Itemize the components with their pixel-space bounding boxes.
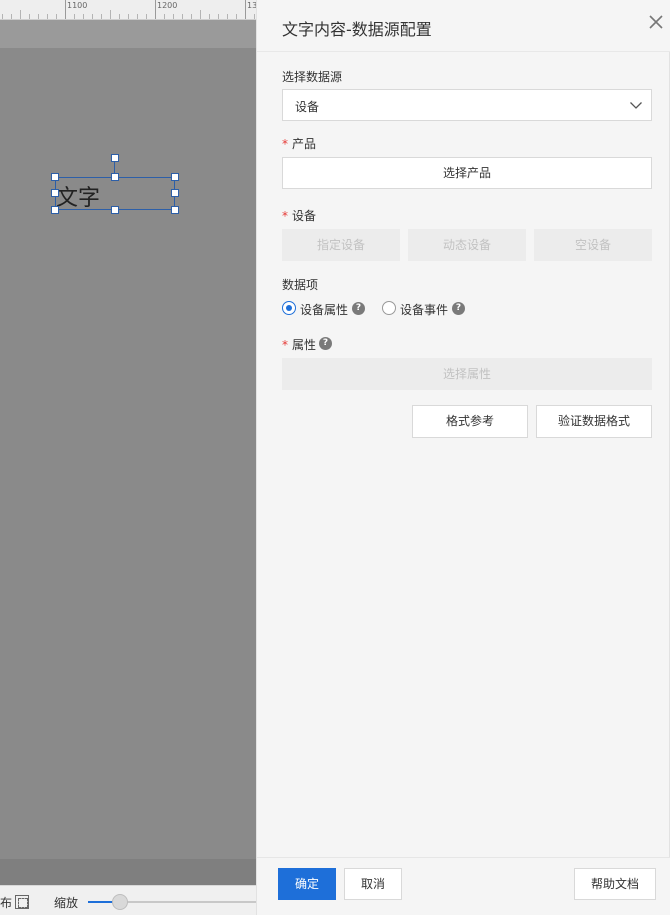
help-icon[interactable]: ?: [352, 302, 365, 315]
text-component-content: 文字: [56, 186, 101, 211]
ruler-minor-tick: [182, 14, 183, 19]
select-attribute-button[interactable]: 选择属性: [282, 358, 652, 390]
ruler-minor-tick: [200, 10, 201, 19]
ruler-minor-tick: [38, 14, 39, 19]
data-item-label: 数据项: [282, 278, 319, 292]
rotate-handle[interactable]: [111, 154, 119, 162]
ruler-minor-tick: [236, 14, 237, 19]
help-icon[interactable]: ?: [319, 337, 332, 350]
ruler-shade: [0, 20, 256, 48]
ruler-major-tick: [245, 0, 246, 19]
resize-handle-top[interactable]: [111, 173, 119, 181]
ruler-minor-tick: [119, 14, 120, 19]
ruler-minor-tick: [2, 14, 3, 19]
attribute-label-text: 属性: [292, 338, 317, 352]
validate-data-format-button-label: 验证数据格式: [557, 414, 630, 428]
confirm-button-label: 确定: [294, 877, 319, 891]
resize-handle-bottom[interactable]: [111, 206, 119, 214]
attribute-label: * 属性: [282, 336, 316, 353]
resize-handle-bottom-left[interactable]: [51, 206, 59, 214]
ruler-major-tick: [155, 0, 156, 19]
zoom-label: 缩放: [54, 896, 79, 910]
device-event-radio[interactable]: [382, 301, 396, 315]
ruler-minor-tick: [227, 14, 228, 19]
ruler-minor-tick: [146, 14, 147, 19]
ruler-minor-tick: [56, 14, 57, 19]
resize-handle-top-right[interactable]: [171, 173, 179, 181]
editor-canvas-area: 1100 1200 13 文字 布 缩放: [0, 0, 256, 915]
ruler-minor-tick: [218, 14, 219, 19]
select-product-button-label: 选择产品: [442, 166, 491, 180]
device-label-text: 设备: [292, 209, 317, 223]
ruler-label: 13: [247, 1, 256, 10]
resize-handle-bottom-right[interactable]: [171, 206, 179, 214]
device-attribute-radio[interactable]: [282, 301, 296, 315]
ruler-minor-tick: [254, 14, 255, 19]
layout-label: 布: [0, 896, 13, 910]
ruler-minor-tick: [137, 14, 138, 19]
panel-header: 文字内容-数据源配置: [257, 0, 670, 52]
help-icon[interactable]: ?: [452, 302, 465, 315]
required-mark: *: [282, 338, 288, 352]
dynamic-device-button-label: 动态设备: [442, 238, 491, 252]
ruler-minor-tick: [173, 14, 174, 19]
ruler-minor-tick: [83, 14, 84, 19]
chevron-down-icon: [629, 98, 643, 112]
ruler-minor-tick: [128, 14, 129, 19]
zoom-slider-handle[interactable]: [112, 894, 128, 910]
ruler-minor-tick: [47, 14, 48, 19]
ruler-major-tick: [65, 0, 66, 19]
ruler-minor-tick: [29, 14, 30, 19]
ruler-minor-tick: [101, 14, 102, 19]
help-document-button-label: 帮助文档: [590, 877, 639, 891]
specify-device-button[interactable]: 指定设备: [282, 229, 400, 261]
ruler-minor-tick: [164, 14, 165, 19]
datasource-config-panel: 文字内容-数据源配置 选择数据源 设备 * 产品 选择产品 * 设备 指定设备 动态…: [256, 0, 670, 915]
status-bar: 布 缩放: [0, 885, 256, 915]
validate-data-format-button[interactable]: 验证数据格式: [536, 405, 652, 438]
panel-footer: 确定 取消 帮助文档: [257, 857, 670, 915]
canvas-bottom-shade: [0, 859, 256, 885]
device-label: * 设备: [282, 207, 316, 224]
device-event-radio-label[interactable]: 设备事件: [400, 301, 448, 318]
datasource-select[interactable]: 设备: [282, 89, 652, 121]
datasource-label: 选择数据源: [282, 70, 343, 84]
required-mark: *: [282, 137, 288, 151]
panel-title: 文字内容-数据源配置: [282, 20, 432, 39]
specify-device-button-label: 指定设备: [316, 238, 365, 252]
ruler-minor-tick: [191, 14, 192, 19]
format-reference-button-label: 格式参考: [445, 414, 494, 428]
datasource-select-value: 设备: [295, 100, 320, 114]
dynamic-device-button[interactable]: 动态设备: [408, 229, 526, 261]
cancel-button-label: 取消: [360, 877, 385, 891]
resize-handle-right[interactable]: [171, 189, 179, 197]
help-document-button[interactable]: 帮助文档: [574, 868, 656, 900]
empty-device-button-label: 空设备: [574, 238, 611, 252]
fit-screen-icon[interactable]: [15, 895, 29, 909]
confirm-button[interactable]: 确定: [278, 868, 336, 900]
product-label-text: 产品: [292, 137, 317, 151]
ruler-minor-tick: [74, 14, 75, 19]
close-icon[interactable]: [646, 12, 666, 32]
empty-device-button[interactable]: 空设备: [534, 229, 652, 261]
resize-handle-left[interactable]: [51, 189, 59, 197]
select-attribute-button-label: 选择属性: [442, 367, 491, 381]
ruler-minor-tick: [110, 10, 111, 19]
ruler-minor-tick: [20, 10, 21, 19]
required-mark: *: [282, 209, 288, 223]
device-attribute-radio-label[interactable]: 设备属性: [300, 301, 348, 318]
horizontal-ruler: 1100 1200 13: [0, 0, 256, 20]
select-product-button[interactable]: 选择产品: [282, 157, 652, 189]
product-label: * 产品: [282, 135, 316, 152]
ruler-label: 1200: [157, 1, 178, 10]
cancel-button[interactable]: 取消: [344, 868, 402, 900]
ruler-minor-tick: [11, 14, 12, 19]
format-reference-button[interactable]: 格式参考: [412, 405, 528, 438]
resize-handle-top-left[interactable]: [51, 173, 59, 181]
ruler-label: 1100: [67, 1, 88, 10]
canvas-background[interactable]: [0, 48, 256, 859]
ruler-minor-tick: [209, 14, 210, 19]
ruler-minor-tick: [92, 14, 93, 19]
